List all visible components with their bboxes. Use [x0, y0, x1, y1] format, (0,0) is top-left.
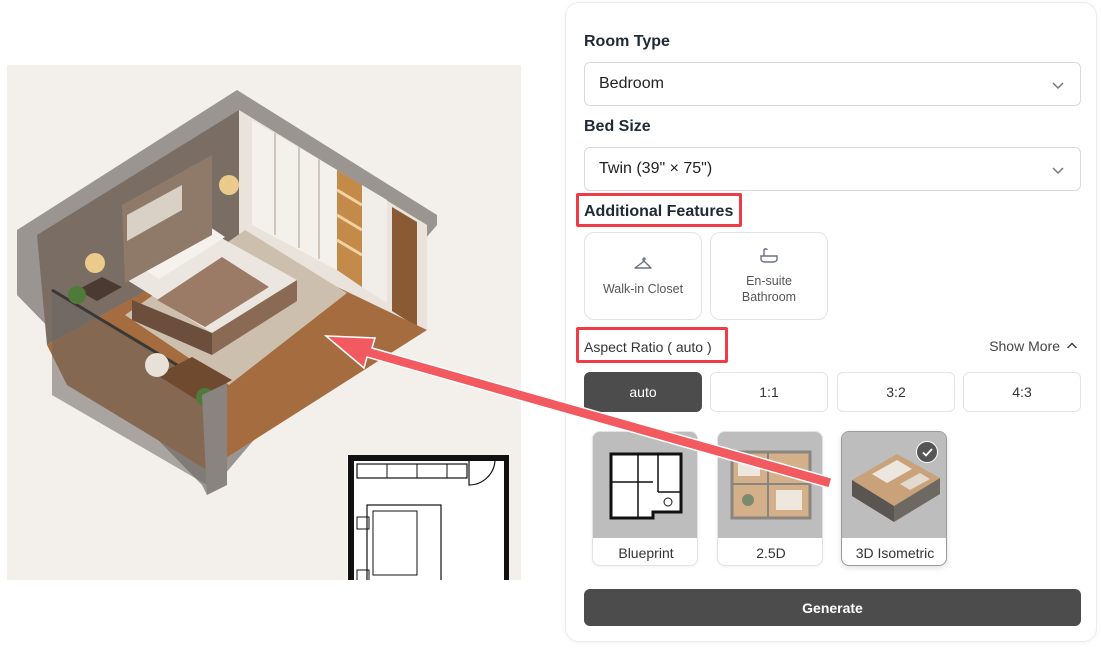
bed-size-value: Twin (39" × 75"): [599, 160, 713, 177]
highlight-box: [576, 193, 742, 227]
chevron-down-icon: [1052, 167, 1064, 175]
style-card-2-5d[interactable]: 2.5D: [717, 431, 823, 566]
blueprint-thumbnail: [593, 432, 697, 538]
generate-button[interactable]: Generate: [584, 589, 1081, 626]
style-card-3d-isometric[interactable]: 3D Isometric: [841, 431, 947, 566]
2-5d-thumbnail: [718, 432, 822, 538]
ratio-option-3-2[interactable]: 3:2: [837, 372, 955, 412]
settings-panel: Room Type Bedroom Bed Size Twin (39" × 7…: [565, 2, 1097, 642]
feature-label: Walk-in Closet: [602, 282, 684, 296]
floor-plan-drawing: [347, 455, 509, 580]
style-card-label: Blueprint: [618, 544, 674, 561]
style-card-blueprint[interactable]: Blueprint: [592, 431, 698, 566]
selected-check-icon: [916, 441, 938, 463]
room-type-select[interactable]: Bedroom: [584, 62, 1081, 106]
bed-size-select[interactable]: Twin (39" × 75"): [584, 147, 1081, 191]
ratio-option-1-1[interactable]: 1:1: [710, 372, 828, 412]
room-type-value: Bedroom: [599, 75, 664, 92]
show-more-button[interactable]: Show More: [989, 338, 1078, 354]
ratio-option-auto[interactable]: auto: [584, 372, 702, 412]
style-card-label: 2.5D: [756, 544, 786, 561]
feature-en-suite-bathroom[interactable]: En-suite Bathroom: [710, 232, 828, 320]
highlight-box: [576, 327, 728, 363]
feature-label: En-suite Bathroom: [741, 274, 797, 304]
show-more-label: Show More: [989, 338, 1060, 354]
bathtub-icon: [760, 248, 778, 263]
ratio-option-4-3[interactable]: 4:3: [963, 372, 1081, 412]
hanger-icon: [634, 257, 652, 269]
preview-image: [7, 65, 521, 580]
floor-plan-inset: [347, 455, 509, 580]
room-type-label: Room Type: [584, 33, 670, 50]
chevron-up-icon: [1066, 342, 1078, 349]
feature-walk-in-closet[interactable]: Walk-in Closet: [584, 232, 702, 320]
bed-size-label: Bed Size: [584, 118, 651, 135]
style-card-label: 3D Isometric: [855, 544, 935, 561]
chevron-down-icon: [1052, 82, 1064, 90]
